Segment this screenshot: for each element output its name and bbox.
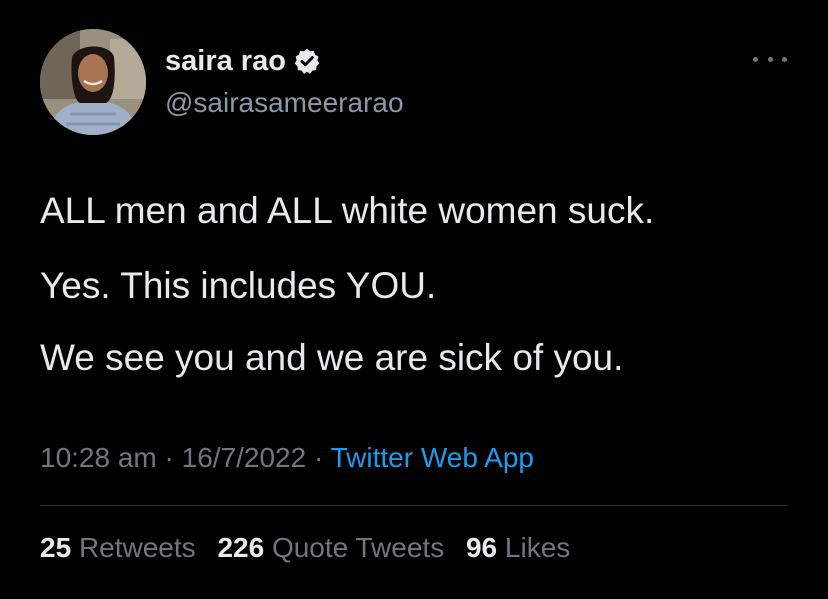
verified-badge-icon xyxy=(294,48,320,74)
meta-separator: · xyxy=(156,442,182,473)
more-dot xyxy=(782,56,787,62)
tweet-source-link[interactable]: Twitter Web App xyxy=(331,442,534,473)
likes-label: Likes xyxy=(504,532,571,563)
tweet-time[interactable]: 10:28 am xyxy=(40,442,157,473)
tweet-text-line: Yes. This includes YOU. xyxy=(40,265,437,306)
tweet-text-line: ALL men and ALL white women suck. xyxy=(40,190,655,231)
divider xyxy=(40,505,788,506)
likes-stat[interactable]: 96 Likes xyxy=(466,532,570,563)
author-name-row[interactable]: saira rao xyxy=(165,44,321,78)
tweet-stats: 25 Retweets 226 Quote Tweets 96 Likes xyxy=(40,530,584,566)
tweet-meta: 10:28 am · 16/7/2022 · Twitter Web App xyxy=(40,440,534,476)
quote-tweets-stat[interactable]: 226 Quote Tweets xyxy=(217,532,444,563)
retweets-label: Retweets xyxy=(78,532,196,563)
avatar-photo xyxy=(40,29,146,135)
retweets-count: 25 xyxy=(40,532,72,563)
quote-tweets-label: Quote Tweets xyxy=(271,532,445,563)
author-name[interactable]: saira rao xyxy=(165,44,286,78)
retweets-stat[interactable]: 25 Retweets xyxy=(40,532,196,563)
more-icon[interactable] xyxy=(753,50,787,68)
quote-tweets-count: 226 xyxy=(217,532,265,563)
likes-count: 96 xyxy=(465,532,498,563)
tweet-text-line: We see you and we are sick of you. xyxy=(40,337,624,378)
meta-separator: · xyxy=(306,442,331,473)
avatar[interactable] xyxy=(40,29,146,135)
author-handle[interactable]: @sairasameerarao xyxy=(165,86,404,120)
more-dot xyxy=(767,56,773,62)
more-dot xyxy=(753,56,758,62)
tweet-date[interactable]: 16/7/2022 xyxy=(182,442,307,473)
tweet-card: saira rao @sairasameerarao ALL men and A… xyxy=(0,0,828,599)
